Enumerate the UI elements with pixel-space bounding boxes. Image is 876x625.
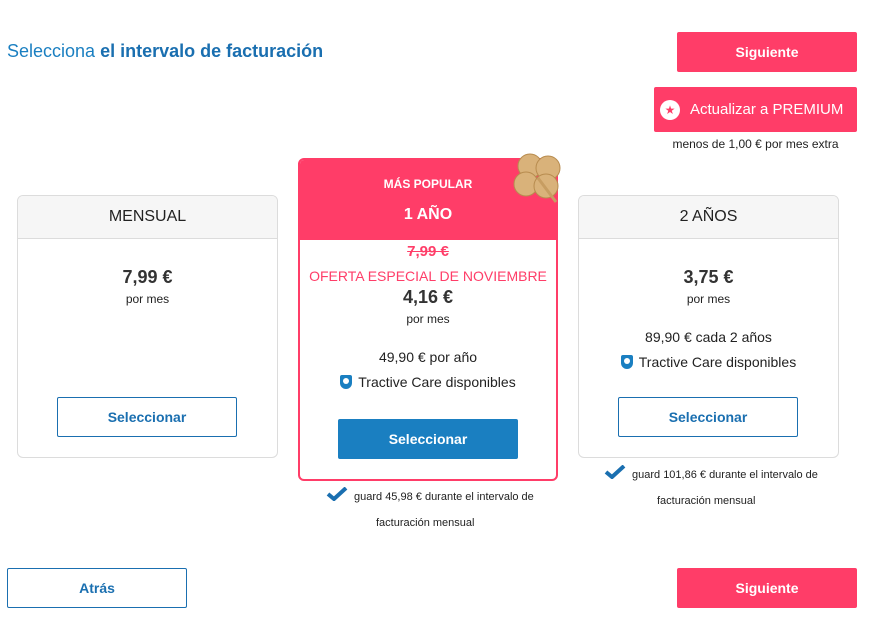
plan-name-monthly: MENSUAL <box>18 196 277 239</box>
back-button[interactable]: Atrás <box>7 568 187 608</box>
premium-note: menos de 1,00 € por mes extra <box>672 137 839 151</box>
plan-per-monthly: por mes <box>125 292 170 306</box>
plan-price-monthly: 7,99 € <box>122 267 173 287</box>
plan-name-two-years: 2 AÑOS <box>579 196 838 239</box>
next-button-top[interactable]: Siguiente <box>677 32 857 72</box>
page-title-prefix: Selecciona <box>7 41 96 61</box>
clover-icon <box>513 153 561 203</box>
star-icon: ★ <box>660 99 680 120</box>
plan-per-yearly: por mes <box>406 312 450 326</box>
select-yearly-button[interactable]: Seleccionar <box>338 419 518 459</box>
care-label-yearly: Tractive Care disponibles <box>358 374 516 390</box>
select-monthly-button[interactable]: Seleccionar <box>57 397 237 437</box>
page-title-bold: el intervalo de facturación <box>100 41 324 61</box>
plan-price-two-years: 3,75 € <box>683 267 734 287</box>
shield-icon <box>340 375 353 389</box>
check-icon <box>326 487 348 501</box>
shield-icon <box>620 355 633 369</box>
care-label-two-years: Tractive Care disponibles <box>638 354 797 370</box>
special-offer-label: OFERTA ESPECIAL DE NOVIEMBRE <box>309 268 547 284</box>
savings-two-years-line2: facturación mensual <box>657 495 756 507</box>
plan-total-two-years: 89,90 € cada 2 años <box>645 329 772 345</box>
savings-yearly: guard 45,98 € durante el intervalo de fa… <box>326 484 534 536</box>
upgrade-premium-label: Actualizar a PREMIUM <box>690 101 844 118</box>
select-two-years-button[interactable]: Seleccionar <box>618 397 798 437</box>
plan-card-two-years: 2 AÑOS 3,75 € por mes 89,90 € cada 2 año… <box>578 195 839 458</box>
old-price-yearly: 7,99 € <box>407 243 449 260</box>
care-available-yearly: Tractive Care disponibles <box>300 374 556 390</box>
care-available-two-years: Tractive Care disponibles <box>579 354 838 370</box>
upgrade-premium-button[interactable]: ★ Actualizar a PREMIUM <box>654 87 857 132</box>
plan-price-yearly: 4,16 € <box>402 287 454 307</box>
next-button-bottom[interactable]: Siguiente <box>677 568 857 608</box>
page-title: Selecciona el intervalo de facturación <box>7 41 323 62</box>
plan-per-two-years: por mes <box>686 292 731 306</box>
savings-two-years-line1: guard 101,86 € durante el intervalo de <box>632 469 818 481</box>
savings-yearly-line1: guard 45,98 € durante el intervalo de <box>354 491 534 503</box>
savings-yearly-line2: facturación mensual <box>376 517 475 529</box>
check-icon <box>604 465 626 479</box>
plan-card-monthly: MENSUAL 7,99 € por mes Seleccionar <box>17 195 278 458</box>
plan-total-yearly: 49,90 € por año <box>378 349 478 365</box>
savings-two-years: guard 101,86 € durante el intervalo de f… <box>604 462 818 514</box>
